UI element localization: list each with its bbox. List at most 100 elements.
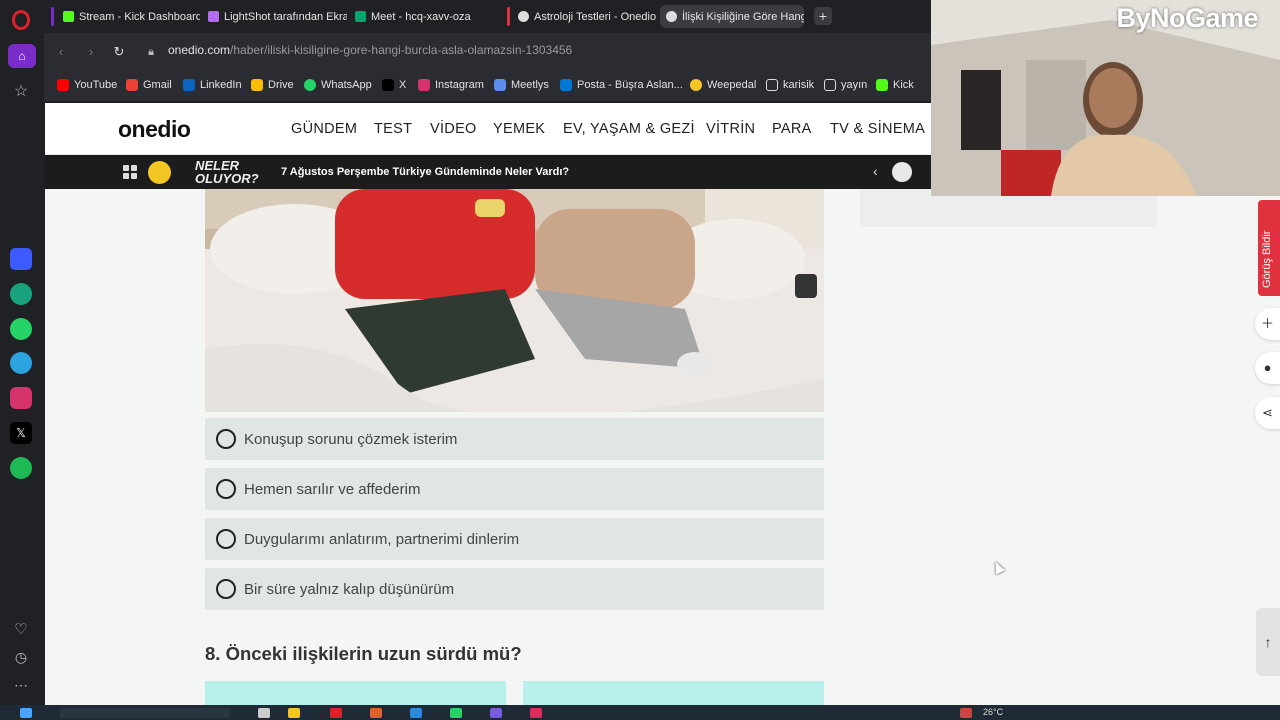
answer-option-label: Konuşup sorunu çözmek isterim xyxy=(244,430,458,448)
question-image xyxy=(205,189,824,412)
more-icon[interactable]: ⋯ xyxy=(10,674,32,696)
nav-video[interactable]: VİDEO xyxy=(430,121,477,137)
instagram-icon xyxy=(418,79,430,91)
x-icon xyxy=(382,79,394,91)
nav-gundem[interactable]: GÜNDEM xyxy=(291,121,357,137)
bookmark-posta[interactable]: Posta - Büşra Aslan... xyxy=(560,79,683,91)
bookmark-karisik[interactable]: karisik xyxy=(766,79,814,91)
onedio-favicon-icon xyxy=(666,11,677,22)
radio-button-icon[interactable] xyxy=(216,429,236,449)
bookmark-x[interactable]: X xyxy=(382,79,406,91)
history-icon[interactable]: ◷ xyxy=(10,646,32,668)
bookmarks-bar: YouTube Gmail LinkedIn Drive WhatsApp X … xyxy=(44,71,934,101)
tab-lightshot[interactable]: LightShot tarafından Ekran xyxy=(202,5,347,28)
nav-para[interactable]: PARA xyxy=(772,121,812,137)
app-icon[interactable] xyxy=(490,708,502,718)
bookmarks-star-icon[interactable]: ☆ xyxy=(10,80,32,102)
tab-kick-dashboard[interactable]: Stream - Kick Dashboard xyxy=(57,5,200,28)
chatgpt-icon[interactable] xyxy=(10,283,32,305)
app-icon[interactable] xyxy=(530,708,542,718)
app-icon[interactable] xyxy=(370,708,382,718)
weepedal-icon xyxy=(690,79,702,91)
radio-button-icon[interactable] xyxy=(216,479,236,499)
start-icon[interactable] xyxy=(20,708,32,718)
mouse-cursor-icon xyxy=(990,559,1006,575)
answer-card[interactable] xyxy=(205,681,506,705)
bookmark-weepedal[interactable]: Weepedal xyxy=(690,79,756,91)
heart-icon[interactable]: ♡ xyxy=(10,618,32,640)
outlook-icon xyxy=(560,79,572,91)
bookmark-instagram[interactable]: Instagram xyxy=(418,79,484,91)
nav-test[interactable]: TEST xyxy=(374,121,412,137)
ticker-headline[interactable]: 7 Ağustos Perşembe Türkiye Gündeminde Ne… xyxy=(281,166,569,178)
tab-accent xyxy=(507,7,510,26)
tab-astroloji[interactable]: Astroloji Testleri - Onedio xyxy=(512,5,658,28)
answer-option-label: Duygularımı anlatırım, partnerimi dinler… xyxy=(244,530,520,548)
meetlys-icon xyxy=(494,79,506,91)
bookmark-yayin[interactable]: yayın xyxy=(824,79,867,91)
nav-vitrin[interactable]: VİTRİN xyxy=(706,121,755,137)
answer-option[interactable]: Bir süre yalnız kalıp düşünürüm xyxy=(205,568,824,610)
radio-button-icon[interactable] xyxy=(216,529,236,549)
task-view-icon[interactable] xyxy=(258,708,270,718)
kick-favicon-icon xyxy=(63,11,74,22)
instagram-sidebar-icon[interactable] xyxy=(10,387,32,409)
back-icon[interactable]: ‹ xyxy=(52,43,70,61)
add-comment-icon[interactable]: ＋ xyxy=(1255,308,1280,340)
feedback-button[interactable]: Görüş Bildir xyxy=(1258,200,1280,296)
whatsapp-icon xyxy=(304,79,316,91)
url-field[interactable]: onedio.com/haber/iliski-kisiligine-gore-… xyxy=(168,43,572,57)
webcam-overlay: ByNoGame xyxy=(931,0,1280,196)
aria-icon[interactable] xyxy=(10,248,32,270)
kick-icon xyxy=(876,79,888,91)
answer-card[interactable] xyxy=(523,681,824,705)
bookmark-drive[interactable]: Drive xyxy=(251,79,294,91)
forward-icon[interactable]: › xyxy=(82,43,100,61)
answer-option[interactable]: Konuşup sorunu çözmek isterim xyxy=(205,418,824,460)
tab-meet[interactable]: Meet - hcq-xavv-oza xyxy=(349,5,499,28)
nav-tv-sinema[interactable]: TV & SİNEMA xyxy=(830,121,925,137)
grid-menu-icon[interactable] xyxy=(123,165,137,179)
linkedin-icon xyxy=(183,79,195,91)
opera-taskbar-icon[interactable] xyxy=(330,708,342,718)
share-icon[interactable]: ⋖ xyxy=(1255,397,1280,429)
radio-button-icon[interactable] xyxy=(216,579,236,599)
spotify-icon[interactable] xyxy=(10,457,32,479)
story-avatar[interactable] xyxy=(892,162,912,182)
news-badge-icon[interactable] xyxy=(148,161,171,184)
folder-icon xyxy=(766,79,778,91)
comments-icon[interactable]: ● xyxy=(1255,352,1280,384)
bookmark-gmail[interactable]: Gmail xyxy=(126,79,172,91)
bookmark-linkedin[interactable]: LinkedIn xyxy=(183,79,242,91)
bookmark-youtube[interactable]: YouTube xyxy=(57,79,117,91)
onedio-logo[interactable]: onedio xyxy=(118,116,191,143)
explorer-icon[interactable] xyxy=(288,708,300,718)
browser-sidebar: ⌂ ☆ 𝕏 ♡ ◷ ⋯ xyxy=(0,0,44,710)
weather-icon xyxy=(960,708,972,718)
scroll-to-top-icon[interactable]: ↑ xyxy=(1256,608,1280,676)
x-sidebar-icon[interactable]: 𝕏 xyxy=(10,422,32,444)
nav-ev-yasam-gezi[interactable]: EV, YAŞAM & GEZİ xyxy=(563,121,695,137)
reload-icon[interactable]: ↻ xyxy=(110,43,128,61)
lock-icon: 🔒︎ xyxy=(148,46,154,58)
opera-logo-icon[interactable] xyxy=(12,10,30,30)
bookmark-meetlys[interactable]: Meetlys xyxy=(494,79,549,91)
tab-iliski-kisiligi[interactable]: İlişki Kişiliğine Göre Hang xyxy=(660,5,804,28)
taskbar-search[interactable] xyxy=(60,708,230,718)
nav-yemek[interactable]: YEMEK xyxy=(493,121,545,137)
onedio-favicon-icon xyxy=(518,11,529,22)
whatsapp-sidebar-icon[interactable] xyxy=(10,318,32,340)
answer-option[interactable]: Hemen sarılır ve affederim xyxy=(205,468,824,510)
bookmark-whatsapp[interactable]: WhatsApp xyxy=(304,79,372,91)
couple-in-bed-image xyxy=(205,189,824,412)
telegram-icon[interactable] xyxy=(10,352,32,374)
whatsapp-taskbar-icon[interactable] xyxy=(450,708,462,718)
lightshot-favicon-icon xyxy=(208,11,219,22)
bookmark-kick[interactable]: Kick xyxy=(876,79,914,91)
app-icon[interactable] xyxy=(410,708,422,718)
home-icon[interactable]: ⌂ xyxy=(8,44,36,68)
neler-oluyor-label: NELER OLUYOR? xyxy=(195,158,259,186)
chevron-left-icon[interactable]: ‹ xyxy=(873,163,878,179)
new-tab-button[interactable]: + xyxy=(814,7,832,25)
answer-option[interactable]: Duygularımı anlatırım, partnerimi dinler… xyxy=(205,518,824,560)
